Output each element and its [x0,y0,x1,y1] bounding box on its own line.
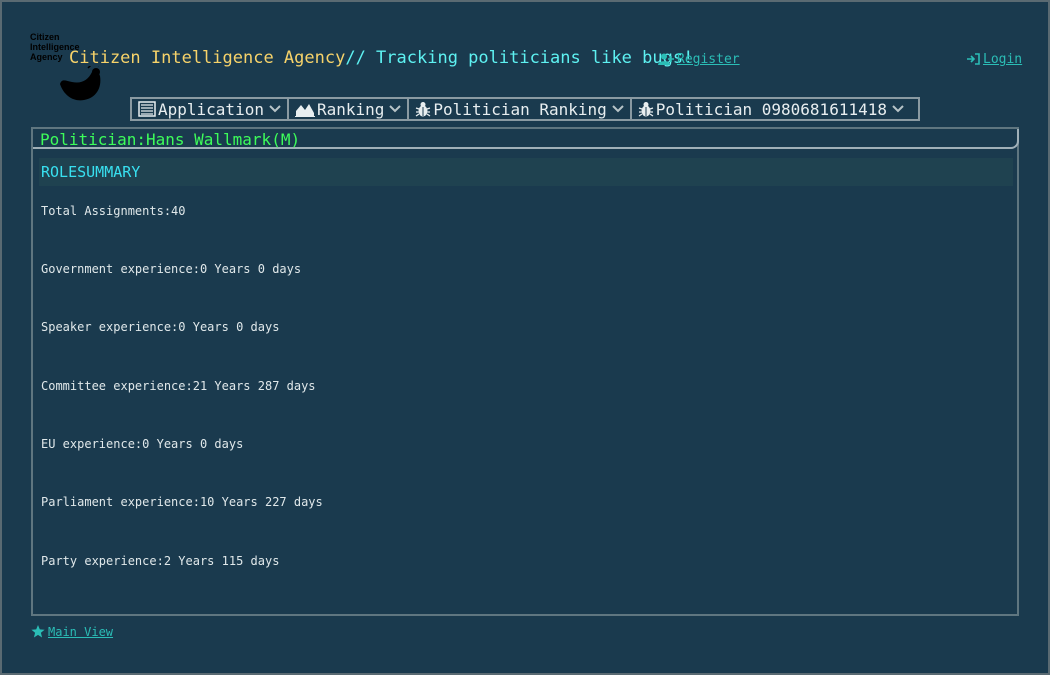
section-title: ROLESUMMARY [39,158,1013,186]
menu-politician-label: Politician 0980681611418 [655,99,887,119]
chevron-down-icon [892,105,904,113]
chevron-down-icon [389,105,402,113]
logo-bug-icon [60,66,101,101]
chevron-down-icon [269,105,281,113]
menu-politician-ranking-label: Politician Ranking [433,99,607,119]
menu-application[interactable]: Application [132,99,289,119]
total-assignments: Total Assignments:40 [41,204,186,218]
sign-in-icon [967,53,980,65]
title-tagline: // Tracking politicians like bugs! [345,48,694,68]
bug-icon [638,102,654,117]
main-view-label[interactable]: Main View [48,625,113,639]
parliament-experience: Parliament experience:10 Years 227 days [41,495,323,509]
register-label[interactable]: Register [677,52,740,67]
panel-title: Politician:Hans Wallmark(M) [33,129,1019,149]
menu-politician-ranking[interactable]: Politician Ranking [409,99,632,119]
login-link[interactable]: Login [967,52,1022,67]
title-name: Citizen Intelligence Agency [69,48,346,68]
area-chart-icon [294,104,315,117]
main-view-link[interactable]: Main View [31,625,113,639]
government-experience: Government experience:0 Years 0 days [41,262,302,276]
user-plus-icon [658,53,674,65]
logo[interactable]: Citizen Intelligence Agency [30,32,110,108]
register-link[interactable]: Register [658,52,740,67]
chevron-down-icon [612,105,624,113]
party-experience: Party experience:2 Years 115 days [41,554,280,568]
menu-application-label: Application [158,99,264,119]
menu-bar: Application Ranking Politician Ranking P… [130,97,920,121]
star-icon [31,625,45,638]
app-title: Citizen Intelligence Agency// Tracking p… [69,48,693,68]
speaker-experience: Speaker experience:0 Years 0 days [41,320,280,334]
login-label[interactable]: Login [983,52,1022,67]
bug-icon [416,102,431,117]
eu-experience: EU experience:0 Years 0 days [41,437,244,451]
committee-experience: Committee experience:21 Years 287 days [41,379,316,393]
list-icon [138,101,156,117]
politician-panel: Politician:Hans Wallmark(M) ROLESUMMARY … [31,127,1019,616]
menu-politician[interactable]: Politician 0980681611418 [632,99,918,119]
menu-ranking[interactable]: Ranking [289,99,410,119]
menu-ranking-label: Ranking [316,99,385,119]
